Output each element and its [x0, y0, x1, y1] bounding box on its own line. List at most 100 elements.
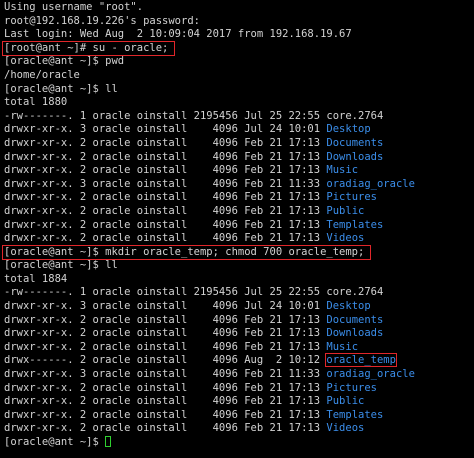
terminal-line-row: /home/oracle — [4, 69, 470, 83]
terminal-line: drwxr-xr-x. 2 oracle oinstall 4096 Feb 2… — [4, 205, 364, 217]
directory-name: Music — [326, 164, 359, 177]
directory-name: Pictures — [326, 381, 377, 394]
terminal-line-text: drwxr-xr-x. 2 oracle oinstall 4096 Feb 2… — [4, 381, 327, 394]
terminal-line-text: drwxr-xr-x. 2 oracle oinstall 4096 Feb 2… — [4, 218, 327, 231]
terminal-line: total 1880 — [4, 96, 67, 108]
directory-name: Templates — [326, 218, 384, 231]
terminal-line-row: [oracle@ant ~]$ — [4, 436, 470, 450]
directory-name: Desktop — [326, 300, 371, 313]
terminal-line-row: drwxr-xr-x. 2 oracle oinstall 4096 Feb 2… — [4, 341, 470, 355]
terminal-line-row: total 1880 — [4, 96, 470, 110]
terminal-line-text: drwx------. 2 oracle oinstall 4096 Aug 2… — [4, 354, 327, 367]
terminal-cursor[interactable] — [105, 436, 112, 447]
terminal-line-row: -rw-------. 1 oracle oinstall 2195456 Ju… — [4, 286, 470, 300]
directory-name: Downloads — [326, 150, 384, 163]
terminal-line-row: drwxr-xr-x. 2 oracle oinstall 4096 Feb 2… — [4, 219, 470, 233]
terminal-line: [oracle@ant ~]$ pwd — [4, 55, 124, 67]
terminal-line-row: [root@ant ~]# su - oracle; — [1, 40, 470, 57]
terminal-line-text: -rw-------. 1 oracle oinstall 2195456 Ju… — [4, 109, 384, 122]
terminal-line-row: drwxr-xr-x. 2 oracle oinstall 4096 Feb 2… — [4, 395, 470, 409]
terminal-line: drwxr-xr-x. 2 oracle oinstall 4096 Feb 2… — [4, 191, 377, 203]
terminal-line-text: drwxr-xr-x. 2 oracle oinstall 4096 Feb 2… — [4, 136, 327, 149]
terminal-line: drwxr-xr-x. 2 oracle oinstall 4096 Feb 2… — [4, 219, 383, 231]
terminal-line-row: [oracle@ant ~]$ ll — [4, 259, 470, 273]
terminal-line: drwxr-xr-x. 2 oracle oinstall 4096 Feb 2… — [4, 382, 377, 394]
directory-name: Documents — [326, 136, 384, 149]
terminal-line-text: drwxr-xr-x. 2 oracle oinstall 4096 Feb 2… — [4, 164, 327, 177]
terminal-line: [oracle@ant ~]$ ll — [4, 259, 118, 271]
terminal-line-text: drwxr-xr-x. 3 oracle oinstall 4096 Feb 2… — [4, 177, 327, 190]
directory-name: Templates — [326, 408, 384, 421]
terminal-line-row: drwxr-xr-x. 2 oracle oinstall 4096 Feb 2… — [4, 137, 470, 151]
terminal-line: drwxr-xr-x. 3 oracle oinstall 4096 Feb 2… — [4, 178, 415, 190]
terminal-line-row: [oracle@ant ~]$ ll — [4, 83, 470, 97]
terminal-line-text: drwxr-xr-x. 2 oracle oinstall 4096 Feb 2… — [4, 408, 327, 421]
terminal-line-row: drwxr-xr-x. 2 oracle oinstall 4096 Feb 2… — [4, 191, 470, 205]
terminal-line-row: total 1884 — [4, 273, 470, 287]
terminal-line: root@192.168.19.226's password: — [4, 15, 200, 27]
terminal-line: drwxr-xr-x. 2 oracle oinstall 4096 Feb 2… — [4, 327, 383, 339]
terminal-line: drwxr-xr-x. 2 oracle oinstall 4096 Feb 2… — [4, 151, 383, 163]
terminal-line: drwxr-xr-x. 2 oracle oinstall 4096 Feb 2… — [4, 314, 383, 326]
terminal-line: drwxr-xr-x. 2 oracle oinstall 4096 Feb 2… — [4, 341, 358, 353]
directory-name: Pictures — [326, 191, 377, 204]
terminal-line-row: drwxr-xr-x. 3 oracle oinstall 4096 Jul 2… — [4, 300, 470, 314]
terminal-line-text: drwxr-xr-x. 3 oracle oinstall 4096 Feb 2… — [4, 368, 327, 381]
directory-name: oracle_temp — [325, 353, 397, 368]
terminal-line: drwxr-xr-x. 2 oracle oinstall 4096 Feb 2… — [4, 232, 364, 244]
directory-name: Downloads — [326, 327, 384, 340]
terminal-window[interactable]: Using username "root". root@192.168.19.22… — [0, 0, 474, 458]
terminal-line-text: drwxr-xr-x. 2 oracle oinstall 4096 Feb 2… — [4, 232, 327, 245]
terminal-line-text: drwxr-xr-x. 2 oracle oinstall 4096 Feb 2… — [4, 395, 327, 408]
terminal-line-row: [oracle@ant ~]$ pwd — [4, 55, 470, 69]
terminal-line: drwxr-xr-x. 2 oracle oinstall 4096 Feb 2… — [4, 164, 358, 176]
directory-name: Desktop — [326, 123, 371, 136]
terminal-line-text: /home/oracle — [4, 68, 80, 81]
terminal-line: -rw-------. 1 oracle oinstall 2195456 Ju… — [4, 110, 383, 122]
terminal-line-row: drwxr-xr-x. 2 oracle oinstall 4096 Feb 2… — [4, 409, 470, 423]
directory-name: Music — [326, 340, 359, 353]
terminal-line-text: total 1884 — [4, 272, 68, 285]
terminal-line-row: drwxr-xr-x. 3 oracle oinstall 4096 Jul 2… — [4, 123, 470, 137]
directory-name: oradiag_oracle — [326, 368, 415, 381]
terminal-line-text: root@192.168.19.226's password: — [4, 14, 200, 27]
terminal-line: /home/oracle — [4, 69, 80, 81]
terminal-line-text: [root@ant ~]# su - oracle; — [4, 41, 169, 54]
terminal-line-text: [oracle@ant ~]$ ll — [4, 259, 118, 272]
terminal-line-row: drwxr-xr-x. 3 oracle oinstall 4096 Feb 2… — [4, 178, 470, 192]
terminal-line: drwxr-xr-x. 2 oracle oinstall 4096 Feb 2… — [4, 409, 383, 421]
terminal-line-row: [oracle@ant ~]$ mkdir oracle_temp; chmod… — [1, 244, 470, 261]
terminal-line-row: drwxr-xr-x. 2 oracle oinstall 4096 Feb 2… — [4, 205, 470, 219]
terminal-line-row: drwxr-xr-x. 2 oracle oinstall 4096 Feb 2… — [4, 151, 470, 165]
terminal-line-text: Last login: Wed Aug 2 10:09:04 2017 from… — [4, 28, 352, 41]
terminal-line-row: drwx------. 2 oracle oinstall 4096 Aug 2… — [4, 353, 470, 368]
terminal-line-text: drwxr-xr-x. 2 oracle oinstall 4096 Feb 2… — [4, 204, 327, 217]
terminal-line-row: Last login: Wed Aug 2 10:09:04 2017 from… — [4, 28, 470, 42]
terminal-line-text: Using username "root". — [4, 1, 144, 13]
terminal-line-text: total 1880 — [4, 96, 68, 109]
terminal-line-row: drwxr-xr-x. 2 oracle oinstall 4096 Feb 2… — [4, 314, 470, 328]
directory-name: Public — [326, 395, 365, 408]
terminal-line-text: drwxr-xr-x. 3 oracle oinstall 4096 Jul 2… — [4, 300, 327, 313]
terminal-line: Last login: Wed Aug 2 10:09:04 2017 from… — [4, 28, 352, 40]
terminal-line-row: Using username "root". — [4, 1, 470, 15]
terminal-line-row: drwxr-xr-x. 2 oracle oinstall 4096 Feb 2… — [4, 164, 470, 178]
terminal-line: drwxr-xr-x. 3 oracle oinstall 4096 Jul 2… — [4, 123, 371, 135]
terminal-line-row: root@192.168.19.226's password: — [4, 15, 470, 29]
terminal-line: Using username "root". — [4, 1, 143, 13]
directory-name: Public — [326, 204, 365, 217]
terminal-line: drwxr-xr-x. 3 oracle oinstall 4096 Jul 2… — [4, 300, 371, 312]
terminal-line: drwx------. 2 oracle oinstall 4096 Aug 2… — [4, 353, 397, 368]
terminal-line-text: -rw-------. 1 oracle oinstall 2195456 Ju… — [4, 286, 384, 299]
terminal-line-text: drwxr-xr-x. 2 oracle oinstall 4096 Feb 2… — [4, 150, 327, 163]
terminal-line: [oracle@ant ~]$ mkdir oracle_temp; chmod… — [1, 244, 372, 261]
terminal-line-text: [oracle@ant ~]$ mkdir oracle_temp; chmod… — [4, 245, 365, 258]
terminal-line: total 1884 — [4, 273, 67, 285]
terminal-line-text: [oracle@ant ~]$ — [4, 436, 106, 448]
terminal-line-text: drwxr-xr-x. 3 oracle oinstall 4096 Jul 2… — [4, 123, 327, 136]
terminal-line-row: drwxr-xr-x. 2 oracle oinstall 4096 Feb 2… — [4, 422, 470, 436]
directory-name: Videos — [326, 422, 365, 435]
terminal-line: drwxr-xr-x. 2 oracle oinstall 4096 Feb 2… — [4, 422, 364, 434]
terminal-line-text: drwxr-xr-x. 2 oracle oinstall 4096 Feb 2… — [4, 340, 327, 353]
terminal-line: drwxr-xr-x. 2 oracle oinstall 4096 Feb 2… — [4, 395, 364, 407]
